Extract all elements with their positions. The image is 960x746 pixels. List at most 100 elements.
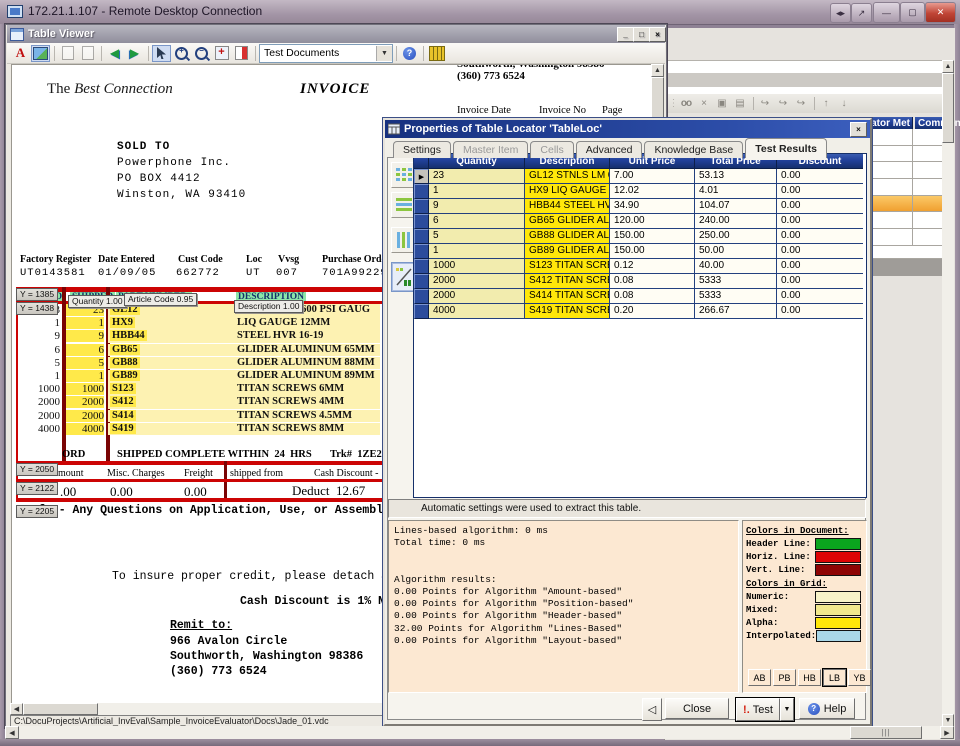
results-grid-row[interactable]: ▶ 2000 S412 TITAN SCRE 0.08 5333 0.00 xyxy=(414,274,866,289)
move-up-icon[interactable]: ↑ xyxy=(818,96,834,111)
help-icon[interactable]: ? xyxy=(400,45,419,62)
row-selector[interactable]: ▶ xyxy=(414,304,429,319)
cell-unit-price[interactable]: 12.02 xyxy=(610,184,695,199)
algorithm-button[interactable]: LB xyxy=(823,669,846,686)
cell-discount[interactable]: 0.00 xyxy=(777,169,863,184)
scroll-left-icon[interactable]: ◀ xyxy=(10,703,23,715)
cell-description[interactable]: HBB44 STEEL HVR xyxy=(525,199,610,214)
maximize-button[interactable]: □ xyxy=(633,27,650,42)
cell-quantity[interactable]: 1 xyxy=(429,244,525,259)
cell-quantity[interactable]: 9 xyxy=(429,199,525,214)
cell-quantity[interactable]: 2000 xyxy=(429,274,525,289)
dialog-tab[interactable]: Test Results xyxy=(745,138,827,158)
pointer-tool-icon[interactable] xyxy=(152,45,171,62)
cell-total-price[interactable]: 53.13 xyxy=(695,169,777,184)
row-selector[interactable]: ▶ xyxy=(414,199,429,214)
fit-page-icon[interactable]: + xyxy=(212,45,231,62)
table-viewer-titlebar[interactable]: Table Viewer _ □ × xyxy=(7,25,665,43)
dialog-tab[interactable]: Advanced xyxy=(576,141,643,158)
results-grid-row[interactable]: ▶ 1000 S123 TITAN SCRE 0.12 40.00 0.00 xyxy=(414,259,866,274)
close-button[interactable]: Close xyxy=(665,698,729,719)
algorithm-button[interactable]: HB xyxy=(798,669,821,686)
cell-discount[interactable]: 0.00 xyxy=(777,229,863,244)
results-grid-row[interactable]: ▶ 1 GB89 GLIDER ALU 150.00 50.00 0.00 xyxy=(414,244,866,259)
cell-unit-price[interactable]: 0.12 xyxy=(610,259,695,274)
test-button[interactable]: !.Test xyxy=(736,698,780,721)
documents-dropdown[interactable]: Test Documents ▼ xyxy=(259,44,393,63)
dialog-tab[interactable]: Settings xyxy=(393,141,451,158)
help-button[interactable]: ? Help xyxy=(799,698,855,719)
cell-unit-price[interactable]: 34.90 xyxy=(610,199,695,214)
close-button[interactable]: × xyxy=(649,27,666,42)
cell-unit-price[interactable]: 7.00 xyxy=(610,169,695,184)
delete-icon[interactable]: × xyxy=(696,96,712,111)
rdp-restore-down-button[interactable]: ↗ xyxy=(851,3,872,23)
cell-total-price[interactable]: 266.67 xyxy=(695,304,777,319)
zoom-in-icon[interactable]: + xyxy=(172,45,191,62)
columns-icon[interactable] xyxy=(427,45,446,62)
algorithm-button[interactable]: YB xyxy=(848,669,871,686)
cell-description[interactable]: S412 TITAN SCRE xyxy=(525,274,610,289)
cell-quantity[interactable]: 23 xyxy=(429,169,525,184)
cell-total-price[interactable]: 50.00 xyxy=(695,244,777,259)
nav-back-button[interactable]: ◁ xyxy=(642,698,662,721)
zoom-out-icon[interactable]: − xyxy=(192,45,211,62)
dialog-close-icon[interactable]: × xyxy=(850,122,867,137)
cell-discount[interactable]: 0.00 xyxy=(777,259,863,274)
algorithm-log-panel[interactable]: Lines-based algorithm: 0 ms Total time: … xyxy=(388,520,739,693)
cell-unit-price[interactable]: 0.08 xyxy=(610,274,695,289)
session-hscrollbar[interactable]: ◀ ||| ▶ xyxy=(5,726,954,739)
results-grid-row[interactable]: ▶ 5 GB88 GLIDER ALU 150.00 250.00 0.00 xyxy=(414,229,866,244)
properties-icon[interactable]: ▣ xyxy=(714,96,730,111)
scroll-thumb[interactable] xyxy=(942,73,954,143)
cell-discount[interactable]: 0.00 xyxy=(777,244,863,259)
cell-unit-price[interactable]: 0.08 xyxy=(610,289,695,304)
cell-quantity[interactable]: 5 xyxy=(429,229,525,244)
cell-unit-price[interactable]: 150.00 xyxy=(610,244,695,259)
prev-doc-icon[interactable]: ◀ xyxy=(105,45,124,62)
scroll-thumb[interactable]: ||| xyxy=(850,726,922,739)
row-selector[interactable]: ▶ xyxy=(414,244,429,259)
copy-icon[interactable]: ▤ xyxy=(732,96,748,111)
cell-quantity[interactable]: 1000 xyxy=(429,259,525,274)
cell-unit-price[interactable]: 120.00 xyxy=(610,214,695,229)
row-selector[interactable]: ▶ xyxy=(414,259,429,274)
test-dropdown-icon[interactable]: ▼ xyxy=(780,698,794,721)
cell-quantity[interactable]: 6 xyxy=(429,214,525,229)
run-from-icon[interactable]: ↪ xyxy=(775,96,791,111)
rdp-minimize-button[interactable]: — xyxy=(873,2,900,23)
chevron-down-icon[interactable]: ▼ xyxy=(376,46,392,61)
cell-discount[interactable]: 0.00 xyxy=(777,214,863,229)
text-view-icon[interactable]: A xyxy=(11,45,30,62)
cell-total-price[interactable]: 4.01 xyxy=(695,184,777,199)
scroll-up-icon[interactable]: ▲ xyxy=(942,60,954,73)
cell-quantity[interactable]: 4000 xyxy=(429,304,525,319)
cell-description[interactable]: GB89 GLIDER ALU xyxy=(525,244,610,259)
image-view-icon[interactable] xyxy=(31,45,50,62)
algorithm-button[interactable]: PB xyxy=(773,669,796,686)
cell-total-price[interactable]: 250.00 xyxy=(695,229,777,244)
prev-page-icon[interactable] xyxy=(58,45,77,62)
rdp-pin-button[interactable]: ◂▸ xyxy=(830,3,851,23)
row-selector[interactable]: ▶ xyxy=(414,274,429,289)
rdp-maximize-button[interactable]: ▢ xyxy=(900,2,925,23)
cell-total-price[interactable]: 40.00 xyxy=(695,259,777,274)
find-icon[interactable]: oo xyxy=(678,96,694,111)
cell-description[interactable]: S419 TITAN SCRE xyxy=(525,304,610,319)
results-grid-row[interactable]: ▶ 2000 S414 TITAN SCRE 0.08 5333 0.00 xyxy=(414,289,866,304)
dialog-tab[interactable]: Knowledge Base xyxy=(644,141,743,158)
cell-unit-price[interactable]: 0.20 xyxy=(610,304,695,319)
cell-total-price[interactable]: 104.07 xyxy=(695,199,777,214)
scroll-right-icon[interactable]: ▶ xyxy=(940,726,954,739)
move-down-icon[interactable]: ↓ xyxy=(836,96,852,111)
dialog-titlebar[interactable]: Properties of Table Locator 'TableLoc' × xyxy=(385,120,870,138)
locator-vscrollbar[interactable]: ▲ ▼ xyxy=(942,60,954,727)
cell-description[interactable]: GL12 STNLS LM 0 - xyxy=(525,169,610,184)
row-selector[interactable]: ▶ xyxy=(414,289,429,304)
run-icon[interactable]: ↪ xyxy=(757,96,773,111)
cell-total-price[interactable]: 5333 xyxy=(695,274,777,289)
scroll-thumb[interactable] xyxy=(23,703,98,715)
cell-discount[interactable]: 0.00 xyxy=(777,199,863,214)
cell-description[interactable]: GB88 GLIDER ALU xyxy=(525,229,610,244)
cell-discount[interactable]: 0.00 xyxy=(777,304,863,319)
